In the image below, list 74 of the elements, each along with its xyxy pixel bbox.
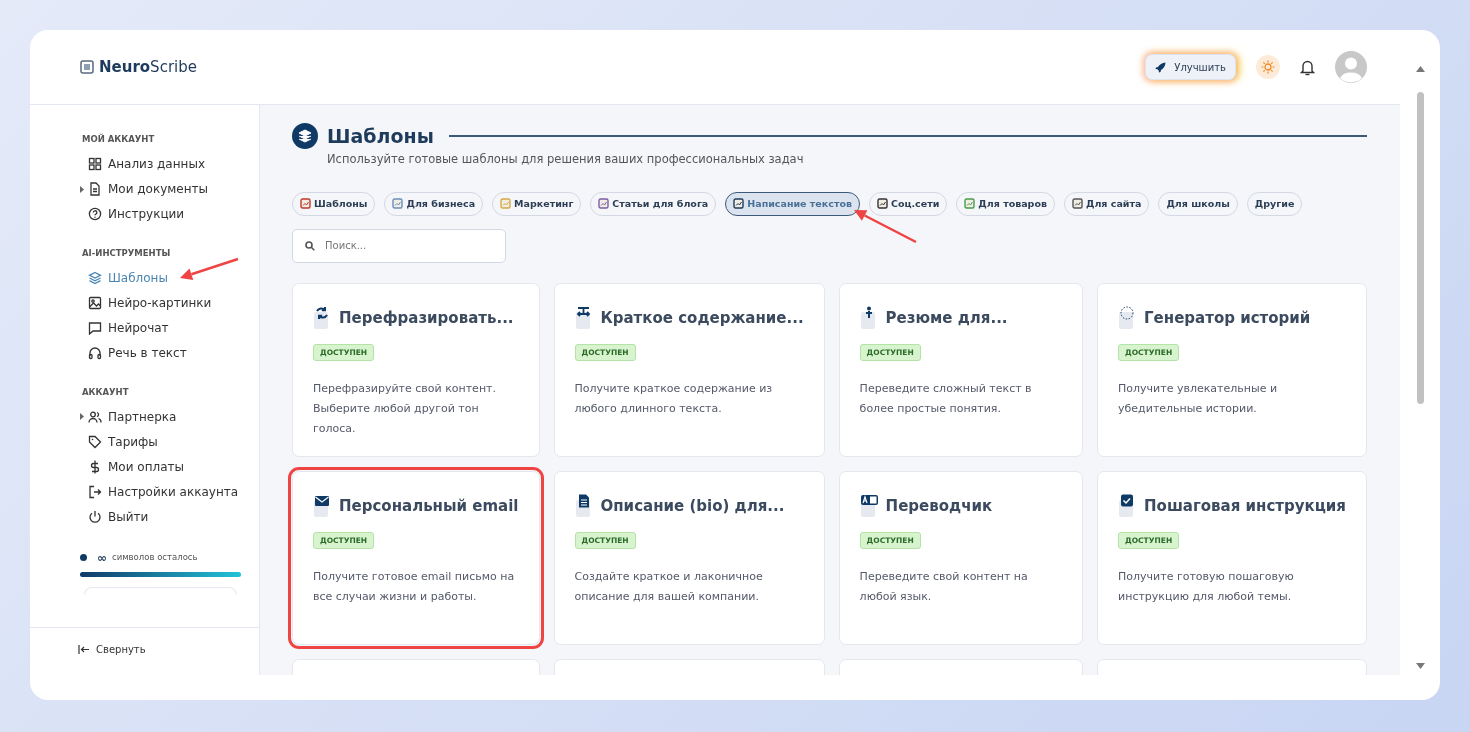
scroll-thumb[interactable] xyxy=(1416,92,1424,404)
theme-toggle[interactable] xyxy=(1256,55,1280,79)
sidebar-item[interactable]: Анализ данных xyxy=(80,151,241,177)
tag-icon xyxy=(88,434,102,449)
filter-chip[interactable]: Маркетинг xyxy=(492,191,582,216)
credits-label: символов осталось xyxy=(112,551,198,564)
sidebar-item[interactable]: Мои документы xyxy=(80,176,241,202)
card-description: Перефразируйте свой контент. Выберите любой другой тон голоса. xyxy=(313,381,497,437)
section-title: АККАУНТ xyxy=(82,385,130,399)
card-description: Получите готовое email письмо на все случаи жизни и работы. xyxy=(313,569,516,605)
grid-icon xyxy=(88,157,102,172)
card-title: Перефразировать... xyxy=(339,308,514,330)
section-title: AI-ИНСТРУМЕНТЫ xyxy=(82,246,172,260)
avatar[interactable] xyxy=(1335,51,1367,83)
sun-icon xyxy=(1261,60,1275,74)
layers-icon xyxy=(88,271,102,285)
rocket-icon xyxy=(1155,61,1167,73)
filter-chip[interactable]: Для товаров xyxy=(956,191,1055,216)
card-description: Получите увлекательные и убедительные истории. xyxy=(1118,381,1279,417)
question-icon xyxy=(88,207,102,222)
card-title: Переводчик xyxy=(885,496,993,518)
power-icon xyxy=(88,509,102,524)
status-dot xyxy=(80,554,87,562)
document-icon xyxy=(88,182,102,197)
search-field[interactable]: Поиск... xyxy=(292,228,506,263)
card-title: Резюме для... xyxy=(885,308,1008,330)
bell-icon[interactable] xyxy=(1300,58,1315,76)
logout-icon xyxy=(88,484,102,499)
card-description: Переведите сложный текст в более простые понятия. xyxy=(859,381,1033,417)
chat-icon xyxy=(88,321,102,335)
translate-icon xyxy=(859,493,880,518)
card-description: Переведите свой контент на любой язык. xyxy=(859,569,1029,605)
sidebar-item[interactable]: Тарифы xyxy=(80,429,241,455)
page-title: Шаблоны xyxy=(327,124,434,149)
card-description: Получите готовую пошаговую инструкцию для любой темы. xyxy=(1118,569,1295,605)
section-title: МОЙ АККАУНТ xyxy=(82,133,156,146)
card-description: Создайте краткое и лаконичное описание для вашей компании. xyxy=(574,569,764,605)
card-title: Описание (bio) для... xyxy=(600,496,785,518)
scroll-up-icon[interactable] xyxy=(1415,66,1425,72)
card-title: Персональный email xyxy=(339,496,519,518)
sidebar-item[interactable]: Выйти xyxy=(80,504,241,530)
layers-icon xyxy=(292,123,318,150)
sidebar-item[interactable]: Речь в текст xyxy=(80,340,241,366)
credits-amount: ∞ xyxy=(97,551,107,564)
sidebar-item[interactable]: Настройки аккаунта xyxy=(80,479,241,505)
filter-chip[interactable]: Другие xyxy=(1246,191,1303,216)
filter-chip[interactable]: Для бизнеса xyxy=(384,191,484,216)
card-title: Пошаговая инструкция xyxy=(1144,496,1346,518)
headphones-icon xyxy=(88,346,102,360)
filter-chip[interactable]: Для школы xyxy=(1158,191,1238,216)
scroll-down-icon[interactable] xyxy=(1415,663,1425,669)
sidebar-item[interactable]: Нейро-картинки xyxy=(80,290,241,316)
filter-chip[interactable]: Статьи для блога xyxy=(590,191,717,216)
page-subtitle: Используйте готовые шаблоны для решения ваших профессиональных задач xyxy=(327,150,805,168)
logo-text: NeuroScribe xyxy=(99,56,197,78)
sidebar-item[interactable]: Шаблоны xyxy=(80,265,241,291)
card-title: Краткое содержание... xyxy=(600,308,804,330)
collapse-icon xyxy=(78,645,90,654)
card-description: Получите краткое содержание из любого длинного текста. xyxy=(574,381,774,417)
sidebar-item[interactable]: Нейрочат xyxy=(80,315,241,341)
collapse-button[interactable]: Свернуть xyxy=(78,642,146,657)
upgrade-button[interactable]: Улучшить xyxy=(1145,54,1236,80)
filter-chip[interactable]: Шаблоны xyxy=(292,191,376,216)
image-icon xyxy=(88,296,102,310)
filter-chip[interactable]: Написание текстов xyxy=(725,191,860,216)
card-title: Генератор историй xyxy=(1144,308,1311,330)
sidebar-item[interactable]: Инструкции xyxy=(80,201,241,227)
users-icon xyxy=(88,409,102,424)
filter-chip[interactable]: Для сайта xyxy=(1063,191,1150,216)
dollar-icon xyxy=(88,459,102,474)
filter-chip[interactable]: Соц.сети xyxy=(868,191,948,216)
sidebar-item[interactable]: Мои оплаты xyxy=(80,454,241,480)
sidebar-item[interactable]: Партнерка xyxy=(80,404,241,430)
logo-icon xyxy=(80,60,94,74)
